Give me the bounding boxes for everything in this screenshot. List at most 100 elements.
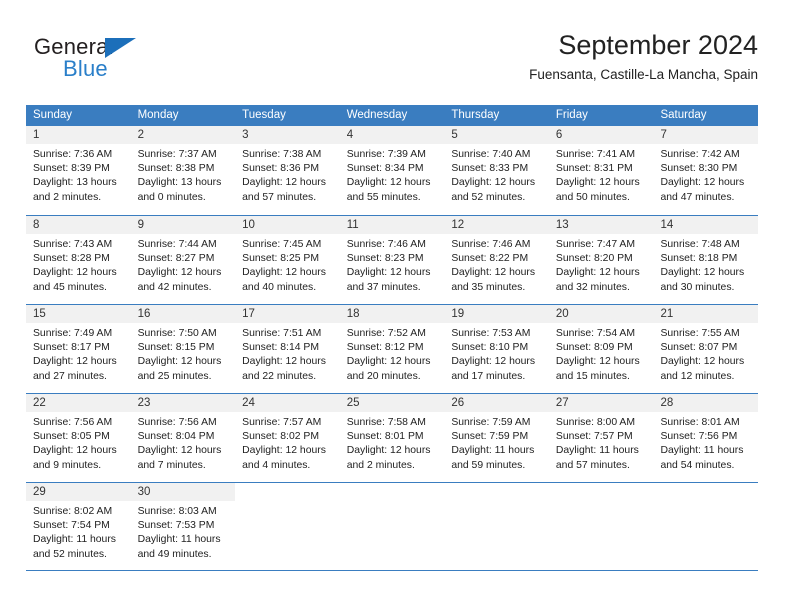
day-number-band: 19 xyxy=(444,305,549,323)
day-cell[interactable]: 23 Sunrise: 7:56 AM Sunset: 8:04 PM Dayl… xyxy=(130,394,236,482)
day-details: Sunrise: 7:55 AM Sunset: 8:07 PM Dayligh… xyxy=(653,323,758,384)
sunset-text: Sunset: 8:05 PM xyxy=(33,431,110,443)
daylight-text-line2: and 35 minutes. xyxy=(451,281,526,293)
day-cell[interactable]: 15 Sunrise: 7:49 AM Sunset: 8:17 PM Dayl… xyxy=(26,305,131,393)
weekday-header-row: Sunday Monday Tuesday Wednesday Thursday… xyxy=(26,105,758,126)
day-number-band: 4 xyxy=(339,126,445,144)
day-cell-empty xyxy=(235,483,340,570)
sunset-text: Sunset: 8:15 PM xyxy=(137,342,215,354)
day-cell[interactable]: 16 Sunrise: 7:50 AM Sunset: 8:15 PM Dayl… xyxy=(130,305,236,393)
daylight-text-line2: and 42 minutes. xyxy=(137,281,212,293)
sunrise-text: Sunrise: 7:58 AM xyxy=(346,417,426,428)
day-cell[interactable]: 18 Sunrise: 7:52 AM Sunset: 8:12 PM Dayl… xyxy=(339,305,445,393)
day-cell[interactable]: 9 Sunrise: 7:44 AM Sunset: 8:27 PM Dayli… xyxy=(130,216,236,304)
day-cell[interactable]: 6 Sunrise: 7:41 AM Sunset: 8:31 PM Dayli… xyxy=(548,126,654,215)
day-cell-empty xyxy=(549,483,654,570)
daylight-text-line2: and 4 minutes. xyxy=(242,459,311,471)
day-cell[interactable]: 21 Sunrise: 7:55 AM Sunset: 8:07 PM Dayl… xyxy=(653,305,759,393)
day-number-band: 14 xyxy=(653,216,759,234)
daylight-text-line2: and 59 minutes. xyxy=(451,459,526,471)
day-cell[interactable]: 12 Sunrise: 7:46 AM Sunset: 8:22 PM Dayl… xyxy=(444,216,549,304)
sunrise-text: Sunrise: 7:38 AM xyxy=(242,149,322,160)
week-row: 22 Sunrise: 7:56 AM Sunset: 8:05 PM Dayl… xyxy=(26,393,759,482)
sunset-text: Sunset: 8:02 PM xyxy=(242,431,319,443)
day-cell[interactable]: 17 Sunrise: 7:51 AM Sunset: 8:14 PM Dayl… xyxy=(235,305,340,393)
day-cell[interactable]: 25 Sunrise: 7:58 AM Sunset: 8:01 PM Dayl… xyxy=(339,394,445,482)
day-cell[interactable]: 30 Sunrise: 8:03 AM Sunset: 7:53 PM Dayl… xyxy=(130,483,236,570)
day-cell[interactable]: 1 Sunrise: 7:36 AM Sunset: 8:39 PM Dayli… xyxy=(26,126,131,215)
day-cell[interactable]: 27 Sunrise: 8:00 AM Sunset: 7:57 PM Dayl… xyxy=(548,394,654,482)
day-cell[interactable]: 29 Sunrise: 8:02 AM Sunset: 7:54 PM Dayl… xyxy=(26,483,131,570)
day-details: Sunrise: 7:43 AM Sunset: 8:28 PM Dayligh… xyxy=(26,234,131,295)
day-number: 19 xyxy=(451,308,465,320)
day-number-band: 15 xyxy=(26,305,131,323)
day-cell[interactable]: 2 Sunrise: 7:37 AM Sunset: 8:38 PM Dayli… xyxy=(130,126,236,215)
daylight-text-line1: Daylight: 12 hours xyxy=(33,267,117,279)
daylight-text-line2: and 50 minutes. xyxy=(555,191,630,203)
day-number-band: 17 xyxy=(235,305,340,323)
sunset-text: Sunset: 8:22 PM xyxy=(451,253,529,265)
sunrise-text: Sunrise: 7:43 AM xyxy=(33,239,113,250)
day-number-band: 5 xyxy=(444,126,549,144)
daylight-text-line1: Daylight: 12 hours xyxy=(242,177,326,189)
day-details: Sunrise: 7:38 AM Sunset: 8:36 PM Dayligh… xyxy=(235,144,340,205)
daylight-text-line2: and 52 minutes. xyxy=(451,191,526,203)
day-number-band: 21 xyxy=(653,305,759,323)
daylight-text-line1: Daylight: 12 hours xyxy=(242,356,326,368)
weekday-header-thursday: Thursday xyxy=(451,109,500,121)
day-number: 26 xyxy=(451,397,465,409)
day-details: Sunrise: 8:01 AM Sunset: 7:56 PM Dayligh… xyxy=(653,412,758,473)
sunset-text: Sunset: 7:56 PM xyxy=(660,431,738,443)
daylight-text-line1: Daylight: 13 hours xyxy=(33,177,117,189)
day-cell[interactable]: 24 Sunrise: 7:57 AM Sunset: 8:02 PM Dayl… xyxy=(235,394,340,482)
day-details: Sunrise: 7:56 AM Sunset: 8:05 PM Dayligh… xyxy=(26,412,131,473)
day-cell[interactable]: 20 Sunrise: 7:54 AM Sunset: 8:09 PM Dayl… xyxy=(548,305,654,393)
day-cell[interactable]: 22 Sunrise: 7:56 AM Sunset: 8:05 PM Dayl… xyxy=(26,394,131,482)
daylight-text-line1: Daylight: 12 hours xyxy=(137,267,222,279)
day-cell[interactable]: 28 Sunrise: 8:01 AM Sunset: 7:56 PM Dayl… xyxy=(653,394,759,482)
sunrise-text: Sunrise: 7:44 AM xyxy=(137,239,217,250)
day-number: 22 xyxy=(33,397,46,409)
day-cell[interactable]: 5 Sunrise: 7:40 AM Sunset: 8:33 PM Dayli… xyxy=(444,126,549,215)
day-number: 15 xyxy=(33,308,46,320)
day-cell[interactable]: 14 Sunrise: 7:48 AM Sunset: 8:18 PM Dayl… xyxy=(653,216,759,304)
day-details: Sunrise: 7:51 AM Sunset: 8:14 PM Dayligh… xyxy=(235,323,340,384)
brand-logo[interactable]: General Blue xyxy=(34,34,214,86)
day-cell[interactable]: 26 Sunrise: 7:59 AM Sunset: 7:59 PM Dayl… xyxy=(444,394,549,482)
weekday-header-monday: Monday xyxy=(137,109,179,121)
daylight-text-line1: Daylight: 12 hours xyxy=(346,177,431,189)
day-number-band: 8 xyxy=(26,216,131,234)
day-number-band: 1 xyxy=(26,126,131,144)
day-number: 16 xyxy=(137,308,151,320)
sunrise-text: Sunrise: 7:45 AM xyxy=(242,239,322,250)
sunset-text: Sunset: 8:23 PM xyxy=(346,253,424,265)
daylight-text-line2: and 27 minutes. xyxy=(33,370,107,382)
sunset-text: Sunset: 7:54 PM xyxy=(33,520,110,532)
daylight-text-line2: and 0 minutes. xyxy=(137,191,206,203)
day-cell[interactable]: 11 Sunrise: 7:46 AM Sunset: 8:23 PM Dayl… xyxy=(339,216,445,304)
day-cell[interactable]: 10 Sunrise: 7:45 AM Sunset: 8:25 PM Dayl… xyxy=(235,216,340,304)
daylight-text-line1: Daylight: 12 hours xyxy=(555,267,640,279)
day-cell[interactable]: 4 Sunrise: 7:39 AM Sunset: 8:34 PM Dayli… xyxy=(339,126,445,215)
day-details: Sunrise: 7:59 AM Sunset: 7:59 PM Dayligh… xyxy=(444,412,549,473)
sunrise-text: Sunrise: 7:52 AM xyxy=(346,328,426,339)
daylight-text-line2: and 20 minutes. xyxy=(346,370,421,382)
sunrise-text: Sunrise: 8:00 AM xyxy=(555,417,636,428)
day-cell[interactable]: 13 Sunrise: 7:47 AM Sunset: 8:20 PM Dayl… xyxy=(548,216,654,304)
day-details: Sunrise: 7:57 AM Sunset: 8:02 PM Dayligh… xyxy=(235,412,340,473)
daylight-text-line1: Daylight: 12 hours xyxy=(555,177,640,189)
day-cell[interactable]: 19 Sunrise: 7:53 AM Sunset: 8:10 PM Dayl… xyxy=(444,305,549,393)
daylight-text-line1: Daylight: 12 hours xyxy=(451,267,536,279)
daylight-text-line2: and 57 minutes. xyxy=(555,459,630,471)
day-details: Sunrise: 7:46 AM Sunset: 8:23 PM Dayligh… xyxy=(340,234,445,295)
day-cell[interactable]: 7 Sunrise: 7:42 AM Sunset: 8:30 PM Dayli… xyxy=(653,126,759,215)
day-cell[interactable]: 3 Sunrise: 7:38 AM Sunset: 8:36 PM Dayli… xyxy=(235,126,340,215)
day-number: 29 xyxy=(33,486,46,498)
day-cell[interactable]: 8 Sunrise: 7:43 AM Sunset: 8:28 PM Dayli… xyxy=(26,216,131,304)
day-number-band: 9 xyxy=(130,216,236,234)
daylight-text-line2: and 47 minutes. xyxy=(660,191,735,203)
daylight-text-line1: Daylight: 12 hours xyxy=(33,445,117,457)
day-details: Sunrise: 7:49 AM Sunset: 8:17 PM Dayligh… xyxy=(26,323,131,384)
daylight-text-line1: Daylight: 11 hours xyxy=(660,445,744,457)
sunrise-text: Sunrise: 7:46 AM xyxy=(346,239,426,250)
